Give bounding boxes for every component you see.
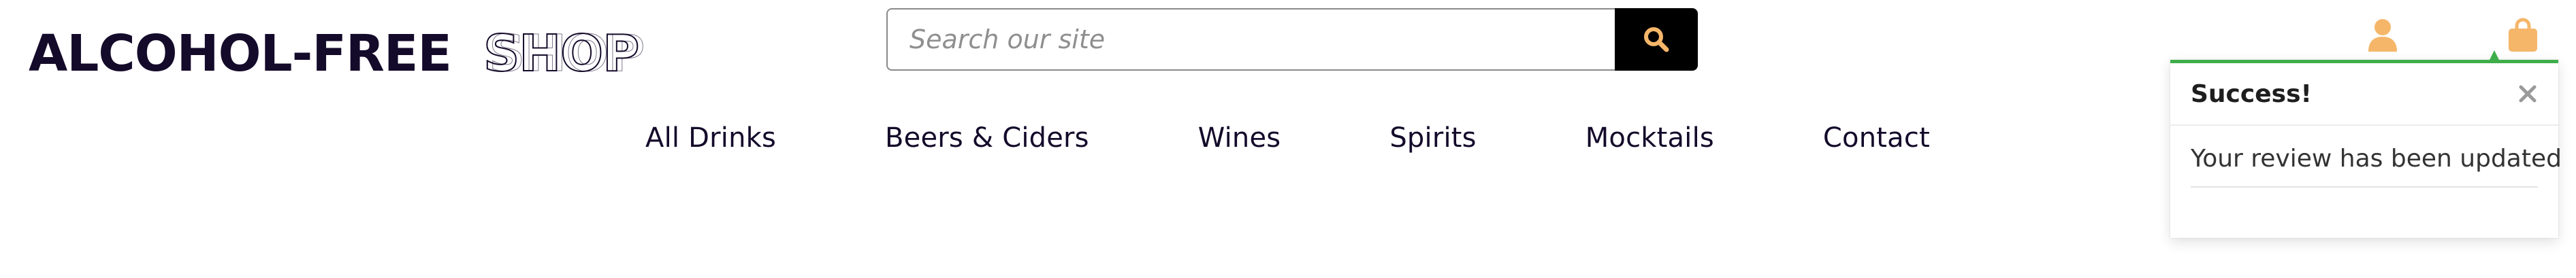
toast-message: Your review has been updated [2191, 126, 2562, 188]
nav-item-beers-ciders[interactable]: Beers & Ciders [885, 122, 1089, 154]
toast-body: Your review has been updated [2170, 126, 2562, 188]
success-toast: Success! Your review has been updated [2170, 50, 2562, 238]
nav-item-mocktails[interactable]: Mocktails [1585, 122, 1714, 154]
logo-graphic: ALCOHOL-FREE SHOP SHOP [29, 29, 645, 75]
search-icon [1644, 27, 1669, 52]
site-logo[interactable]: ALCOHOL-FREE SHOP SHOP [29, 29, 649, 75]
close-icon[interactable] [2517, 84, 2538, 104]
account-link[interactable] [2366, 18, 2399, 53]
toast-title: Success! [2191, 80, 2312, 108]
toast-pointer [2490, 50, 2499, 60]
logo-primary-text: ALCOHOL-FREE [29, 29, 451, 75]
shopping-bag-link[interactable] [2507, 18, 2539, 53]
site-search [886, 8, 1698, 71]
search-button[interactable] [1615, 8, 1698, 71]
nav-item-spirits[interactable]: Spirits [1389, 122, 1476, 154]
nav-item-wines[interactable]: Wines [1198, 122, 1281, 154]
toast-header: Success! [2170, 63, 2558, 126]
user-icon [2368, 19, 2397, 52]
nav-item-contact[interactable]: Contact [1823, 122, 1930, 154]
shopping-bag-icon [2509, 18, 2537, 52]
main-nav: All Drinks Beers & Ciders Wines Spirits … [645, 114, 1930, 162]
nav-item-all-drinks[interactable]: All Drinks [645, 122, 776, 154]
logo-secondary-text-inline: SHOP [489, 29, 644, 75]
search-input[interactable] [886, 8, 1615, 71]
page: ALCOHOL-FREE SHOP SHOP All Drinks Beers [0, 0, 2576, 278]
